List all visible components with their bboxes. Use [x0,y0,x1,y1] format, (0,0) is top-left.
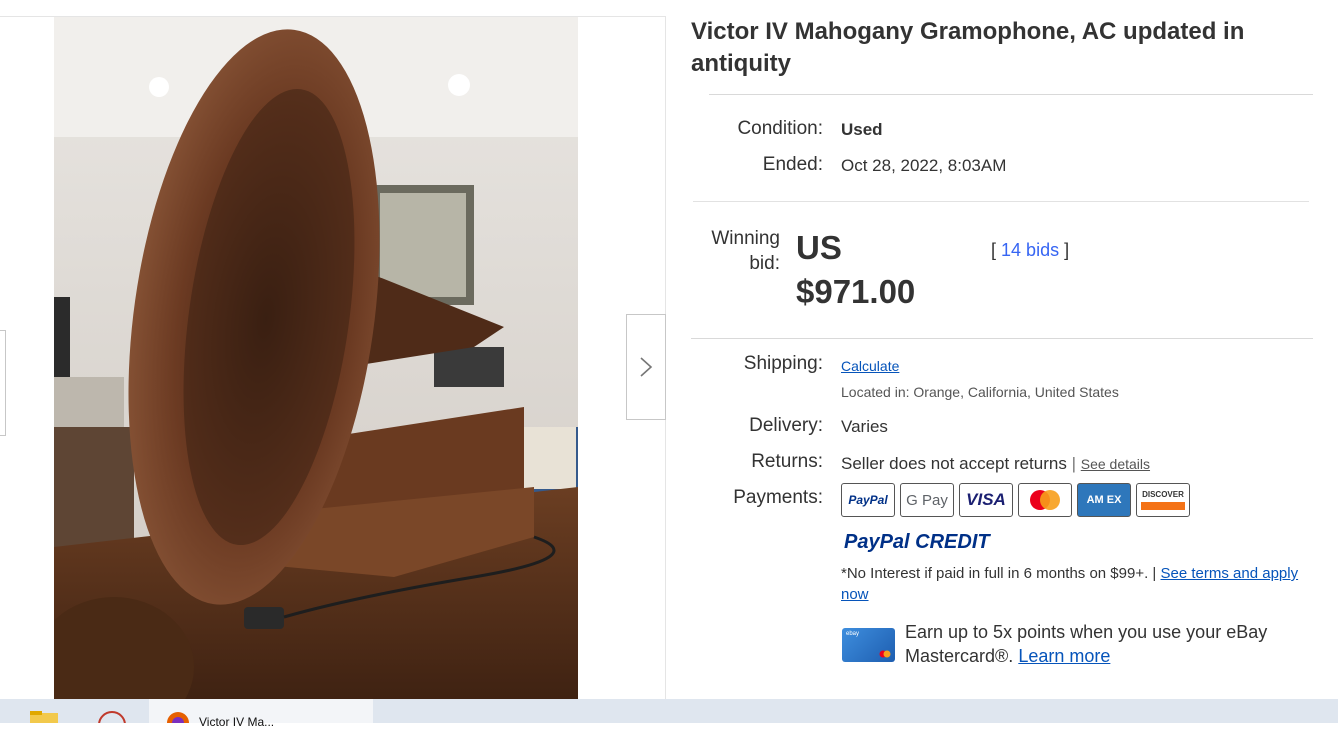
divider [693,201,1309,202]
payment-methods: PayPal G Pay VISA AM EX DISCOVER [841,483,1190,517]
mastercard-logo [1030,490,1060,510]
discover-stripe [1141,502,1185,510]
condition-value: Used [841,120,883,139]
winning-bid-currency: US [796,229,842,266]
listing-photo[interactable] [54,17,578,700]
bids-close-bracket: ] [1064,240,1070,260]
taskbar-app-button[interactable] [92,699,132,729]
amex-icon: AM EX [1077,483,1131,517]
folder-icon [30,711,58,723]
returns-label: Returns: [751,451,823,472]
bids-open-bracket: [ [991,240,997,260]
returns-policy: Seller does not accept returns | See det… [841,454,1150,474]
terms-text: *No Interest if paid in full in 6 months… [841,565,1157,582]
payments-label: Payments: [733,487,823,508]
firefox-icon [167,712,189,723]
discover-label: DISCOVER [1142,490,1184,499]
ended-value: Oct 28, 2022, 8:03AM [841,156,1007,175]
winning-bid-value: $971.00 [796,273,916,310]
os-taskbar: Victor IV Ma... [0,699,1338,729]
calculate-shipping-link[interactable]: Calculate [841,358,899,374]
bid-history-link[interactable]: 14 bids [1001,240,1059,260]
card-brand-label: ebay [846,631,860,637]
active-window-title: Victor IV Ma... [199,715,275,729]
app-icon [98,711,126,729]
shipping-label: Shipping: [743,353,823,374]
image-gallery [0,16,666,700]
paypal-credit-brand: PayPal [844,531,910,553]
discover-icon: DISCOVER [1136,483,1190,517]
ebay-mastercard-icon: ebay [842,628,895,662]
google-pay-icon: G Pay [900,483,954,517]
returns-separator: | [1071,454,1077,473]
divider [709,94,1313,95]
returns-value: Seller does not accept returns [841,454,1067,473]
winning-bid-label: Winning bid: [711,228,780,274]
file-explorer-button[interactable] [28,699,62,723]
mastercard-icon [1018,483,1072,517]
item-location: Located in: Orange, California, United S… [841,384,1119,400]
item-title: Victor IV Mahogany Gramophone, AC update… [691,18,1245,77]
divider [691,338,1313,339]
card-mastercard-mark [879,650,891,658]
delivery-value: Varies [841,417,888,436]
mastercard-promo: Earn up to 5x points when you use your e… [905,620,1315,668]
item-details: Victor IV Mahogany Gramophone, AC update… [691,16,1313,80]
gramophone-image [54,17,578,700]
paypal-credit-logo: PayPal CREDIT [844,531,990,554]
learn-more-link[interactable]: Learn more [1018,646,1110,666]
previous-image-button[interactable] [0,330,6,436]
condition-label: Condition: [737,118,823,139]
bid-count: [ 14 bids ] [991,240,1069,261]
visa-icon: VISA [959,483,1013,517]
paypal-icon: PayPal [841,483,895,517]
paypal-credit-word: CREDIT [915,531,990,553]
winning-bid-amount: US $971.00 [796,226,915,314]
paypal-credit-terms: *No Interest if paid in full in 6 months… [841,563,1311,605]
taskbar-active-window[interactable]: Victor IV Ma... [149,699,373,729]
ended-label: Ended: [762,154,823,175]
delivery-label: Delivery: [749,415,823,436]
see-details-link[interactable]: See details [1081,456,1150,472]
